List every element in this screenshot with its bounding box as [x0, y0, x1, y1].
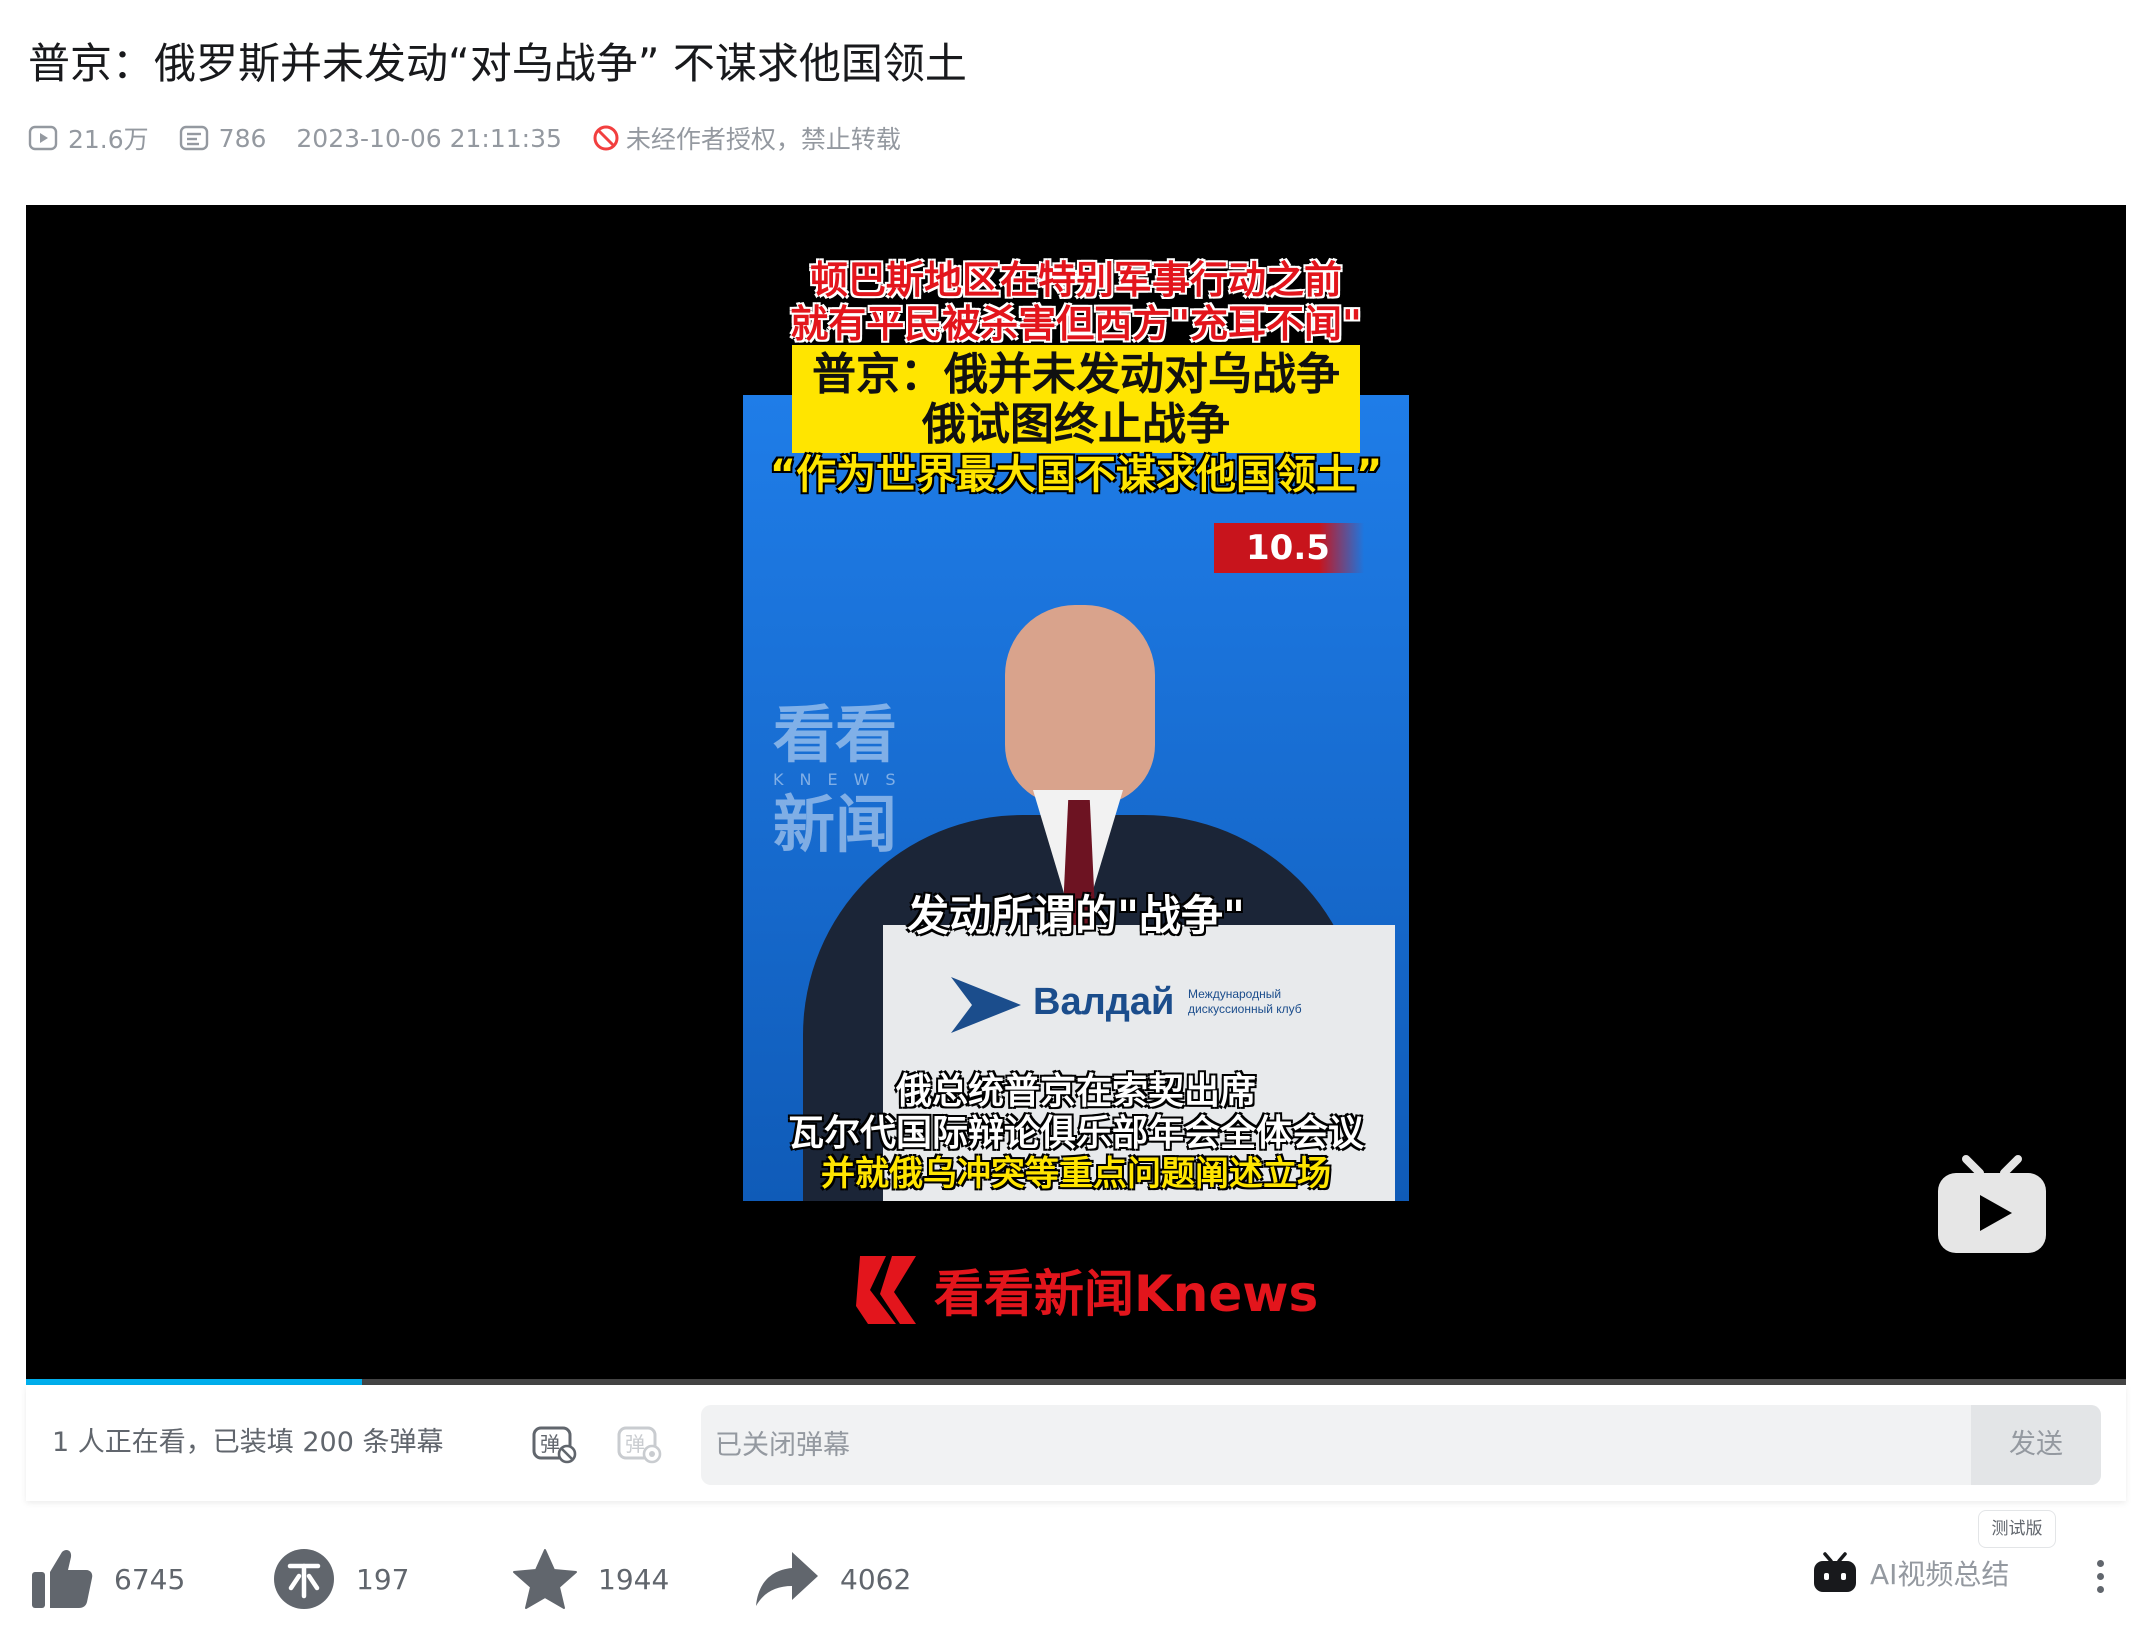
- caption-black-line2: 俄试图终止战争: [922, 399, 1230, 450]
- subtitle-spoken: 发动所谓的"战争": [907, 891, 1245, 940]
- play-count-icon: [28, 125, 58, 151]
- send-button[interactable]: 发送: [1971, 1405, 2101, 1485]
- forbidden-icon: [593, 125, 619, 151]
- subtitle-bottom-line2: 瓦尔代国际辩论俱乐部年会全体会议: [787, 1113, 1364, 1154]
- coin-count: 197: [356, 1562, 410, 1596]
- knews-logo-icon: [856, 1256, 916, 1324]
- ai-summary-label: AI视频总结: [1870, 1558, 2010, 1591]
- video-meta: 21.6万 786 2023-10-06 21:11:35 未经作者授权，禁止转…: [28, 118, 901, 158]
- more-options-icon[interactable]: [2090, 1556, 2110, 1600]
- knews-brand-text: 看看新闻Knews: [934, 1265, 1319, 1323]
- caption-red-line2: 就有平民被杀害但西方"充耳不闻": [790, 302, 1362, 346]
- danmaku-bar: 1 人正在看，已装填 200 条弹幕 弹 弹 发送: [26, 1385, 2126, 1501]
- podium-sub: Международный дискуссионный клуб: [1188, 987, 1302, 1016]
- danmaku-toggle-icon[interactable]: 弹: [531, 1421, 577, 1465]
- caption-black-line1: 普京：俄并未发动对乌战争: [812, 349, 1340, 400]
- svg-text:弹: 弹: [625, 1432, 645, 1456]
- danmaku-input[interactable]: [701, 1405, 1969, 1485]
- like-count: 6745: [114, 1562, 186, 1596]
- viewers-text: 1 人正在看，已装填 200 条弹幕: [52, 1427, 444, 1458]
- caption-red-line1: 顿巴斯地区在特别军事行动之前: [809, 258, 1342, 302]
- view-count: 21.6万: [28, 120, 149, 156]
- subtitle-bottom-line3: 并就俄乌冲突等重点问题阐述立场: [821, 1154, 1331, 1194]
- danmaku-count-text: 786: [218, 123, 267, 153]
- danmaku-count: 786: [179, 123, 267, 153]
- favorite-button[interactable]: 1944: [512, 1548, 669, 1610]
- danmaku-input-box: 发送: [701, 1405, 2101, 1485]
- copyright-notice-text: 未经作者授权，禁止转载: [625, 125, 901, 154]
- favorite-count: 1944: [598, 1562, 670, 1596]
- danmaku-count-icon: [179, 125, 208, 151]
- coin-button[interactable]: 197: [272, 1548, 409, 1610]
- share-count: 4062: [840, 1562, 912, 1596]
- view-count-text: 21.6万: [68, 125, 149, 154]
- like-button[interactable]: 6745: [30, 1548, 185, 1610]
- podium-brand: Валдай: [1033, 981, 1175, 1023]
- play-button-icon[interactable]: [1936, 1155, 2048, 1255]
- copyright-notice: 未经作者授权，禁止转载: [592, 120, 901, 156]
- ai-summary-button[interactable]: AI视频总结: [1812, 1552, 2009, 1594]
- video-title: 普京：俄罗斯并未发动“对乌战争” 不谋求他国领土: [28, 39, 967, 88]
- star-icon: [513, 1549, 577, 1609]
- thumbs-up-icon: [32, 1549, 93, 1608]
- bilibili-tv-icon: [1814, 1552, 1856, 1592]
- coin-icon: [274, 1549, 334, 1609]
- beta-badge: 测试版: [1978, 1510, 2056, 1548]
- video-player[interactable]: 看看 KNEWS 新闻 Валдай Международный дискусс…: [26, 205, 2126, 1385]
- knews-brand: 看看新闻Knews: [856, 1245, 1318, 1335]
- knews-watermark: 看看 KNEWS 新闻: [773, 698, 912, 861]
- valdai-logo: [951, 977, 1021, 1033]
- date-badge: 10.5: [1214, 523, 1364, 573]
- share-button[interactable]: 4062: [754, 1548, 911, 1610]
- svg-text:弹: 弹: [540, 1432, 560, 1456]
- subtitle-bottom-line1: 俄总统普京在索契出席: [895, 1071, 1256, 1112]
- danmaku-settings-icon[interactable]: 弹: [616, 1421, 662, 1465]
- share-arrow-icon: [756, 1552, 818, 1606]
- caption-quote: “作为世界最大国不谋求他国领土”: [769, 452, 1383, 498]
- publish-time: 2023-10-06 21:11:35: [296, 123, 562, 153]
